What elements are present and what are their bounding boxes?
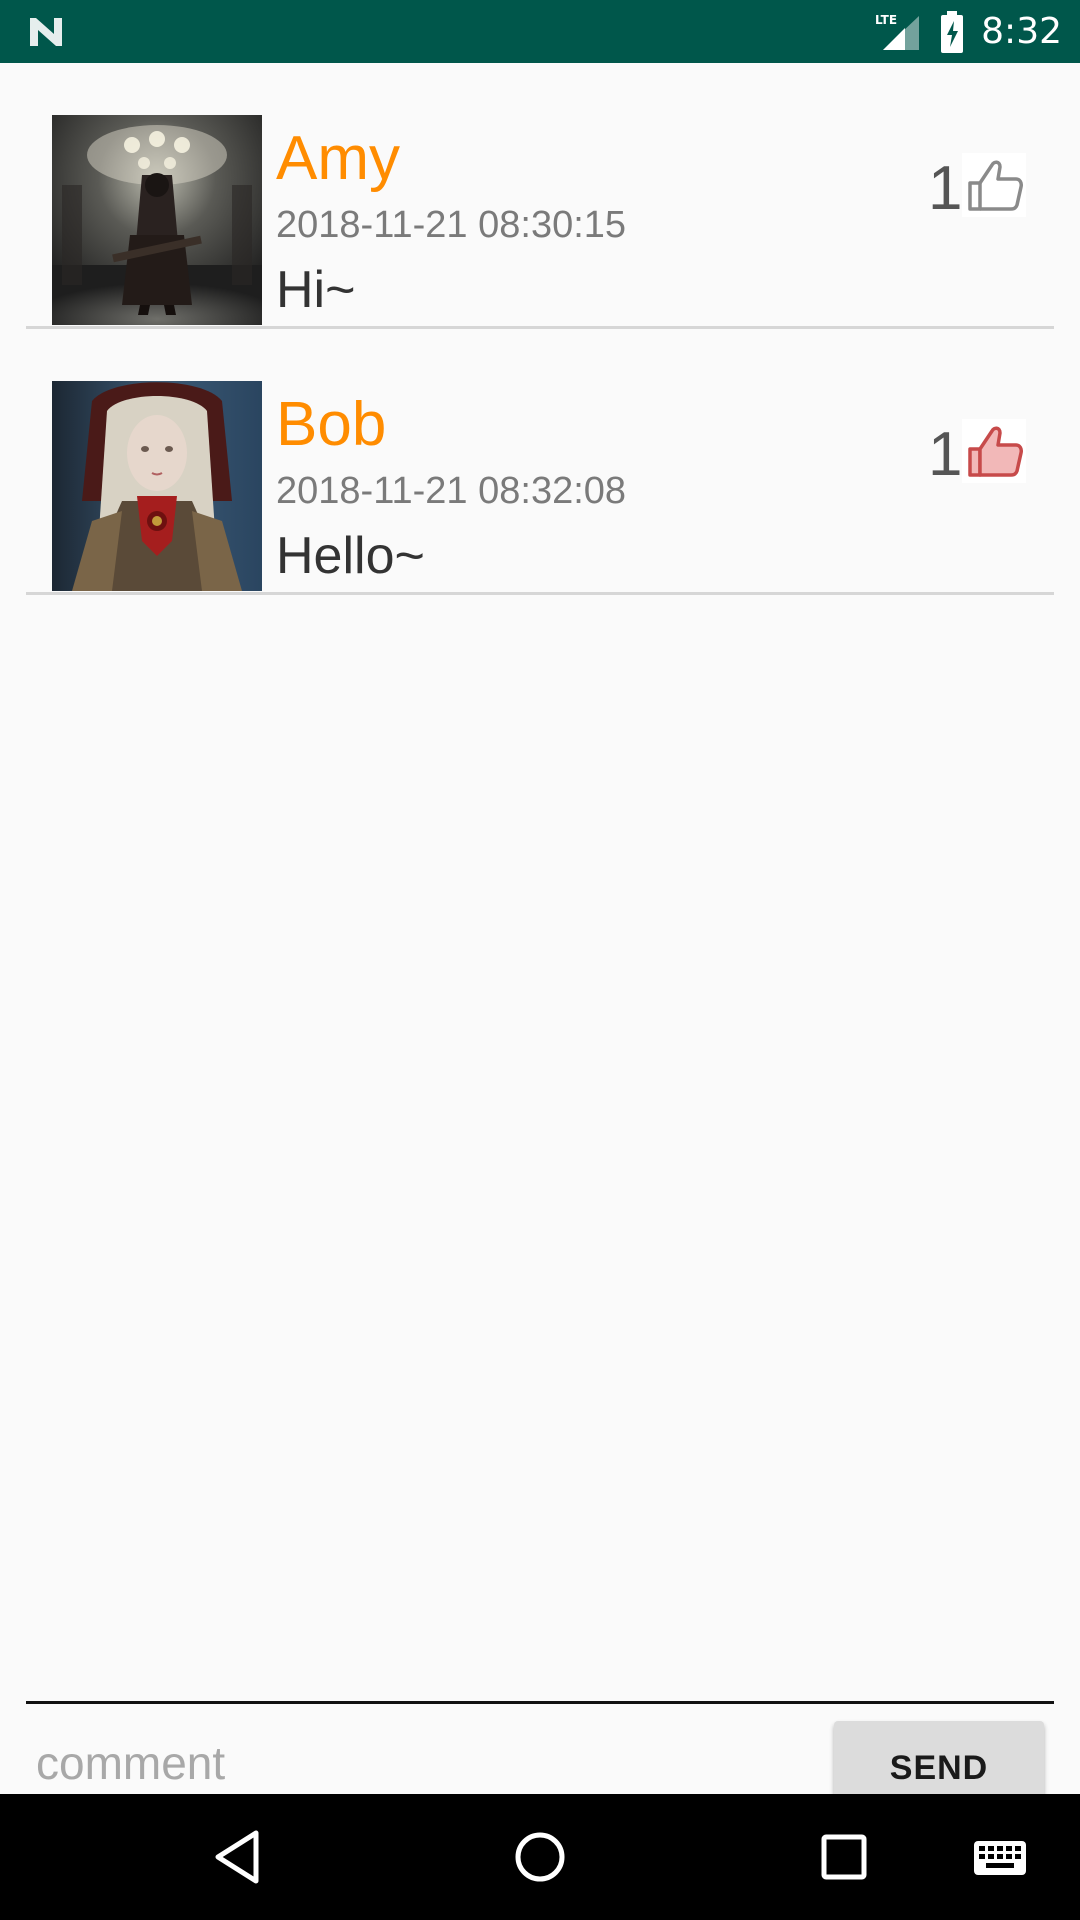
- like-button[interactable]: [962, 153, 1026, 217]
- like-count: 1: [928, 420, 963, 489]
- comment-username: Bob: [276, 390, 387, 459]
- comment-timestamp: 2018-11-21 08:30:15: [276, 204, 627, 246]
- comment-message: Hello~: [276, 527, 425, 585]
- thumbs-up-filled-icon: [968, 426, 1023, 477]
- comment-input[interactable]: [36, 1733, 814, 1803]
- keyboard-icon[interactable]: [970, 1827, 1030, 1887]
- android-n-icon: [30, 18, 62, 46]
- battery-charging-icon: [941, 10, 964, 53]
- status-time: 8:32: [981, 11, 1062, 52]
- thumbs-up-outline-icon: [968, 160, 1023, 211]
- navigation-bar: [0, 1794, 1080, 1920]
- lte-signal-icon: LTE: [875, 13, 920, 50]
- comment-item: Amy 2018-11-21 08:30:15 Hi~ 1: [26, 63, 1054, 329]
- avatar-doll-lady-image: [52, 381, 262, 591]
- like-button[interactable]: [962, 419, 1026, 483]
- comment-list: Amy 2018-11-21 08:30:15 Hi~ 1 Bob 2018-1…: [0, 63, 1080, 1815]
- back-icon[interactable]: [208, 1827, 268, 1887]
- comment-timestamp: 2018-11-21 08:32:08: [276, 470, 627, 512]
- svg-text:LTE: LTE: [875, 13, 897, 27]
- home-icon[interactable]: [510, 1827, 570, 1887]
- status-bar: LTE 8:32: [0, 0, 1080, 63]
- like-count: 1: [928, 154, 963, 223]
- comment-item: Bob 2018-11-21 08:32:08 Hello~ 1: [26, 329, 1054, 595]
- recents-icon[interactable]: [814, 1827, 874, 1887]
- avatar-dark-knight-image: [52, 115, 262, 325]
- composer-divider: [26, 1701, 1054, 1704]
- comment-username: Amy: [276, 124, 400, 193]
- comment-message: Hi~: [276, 261, 356, 319]
